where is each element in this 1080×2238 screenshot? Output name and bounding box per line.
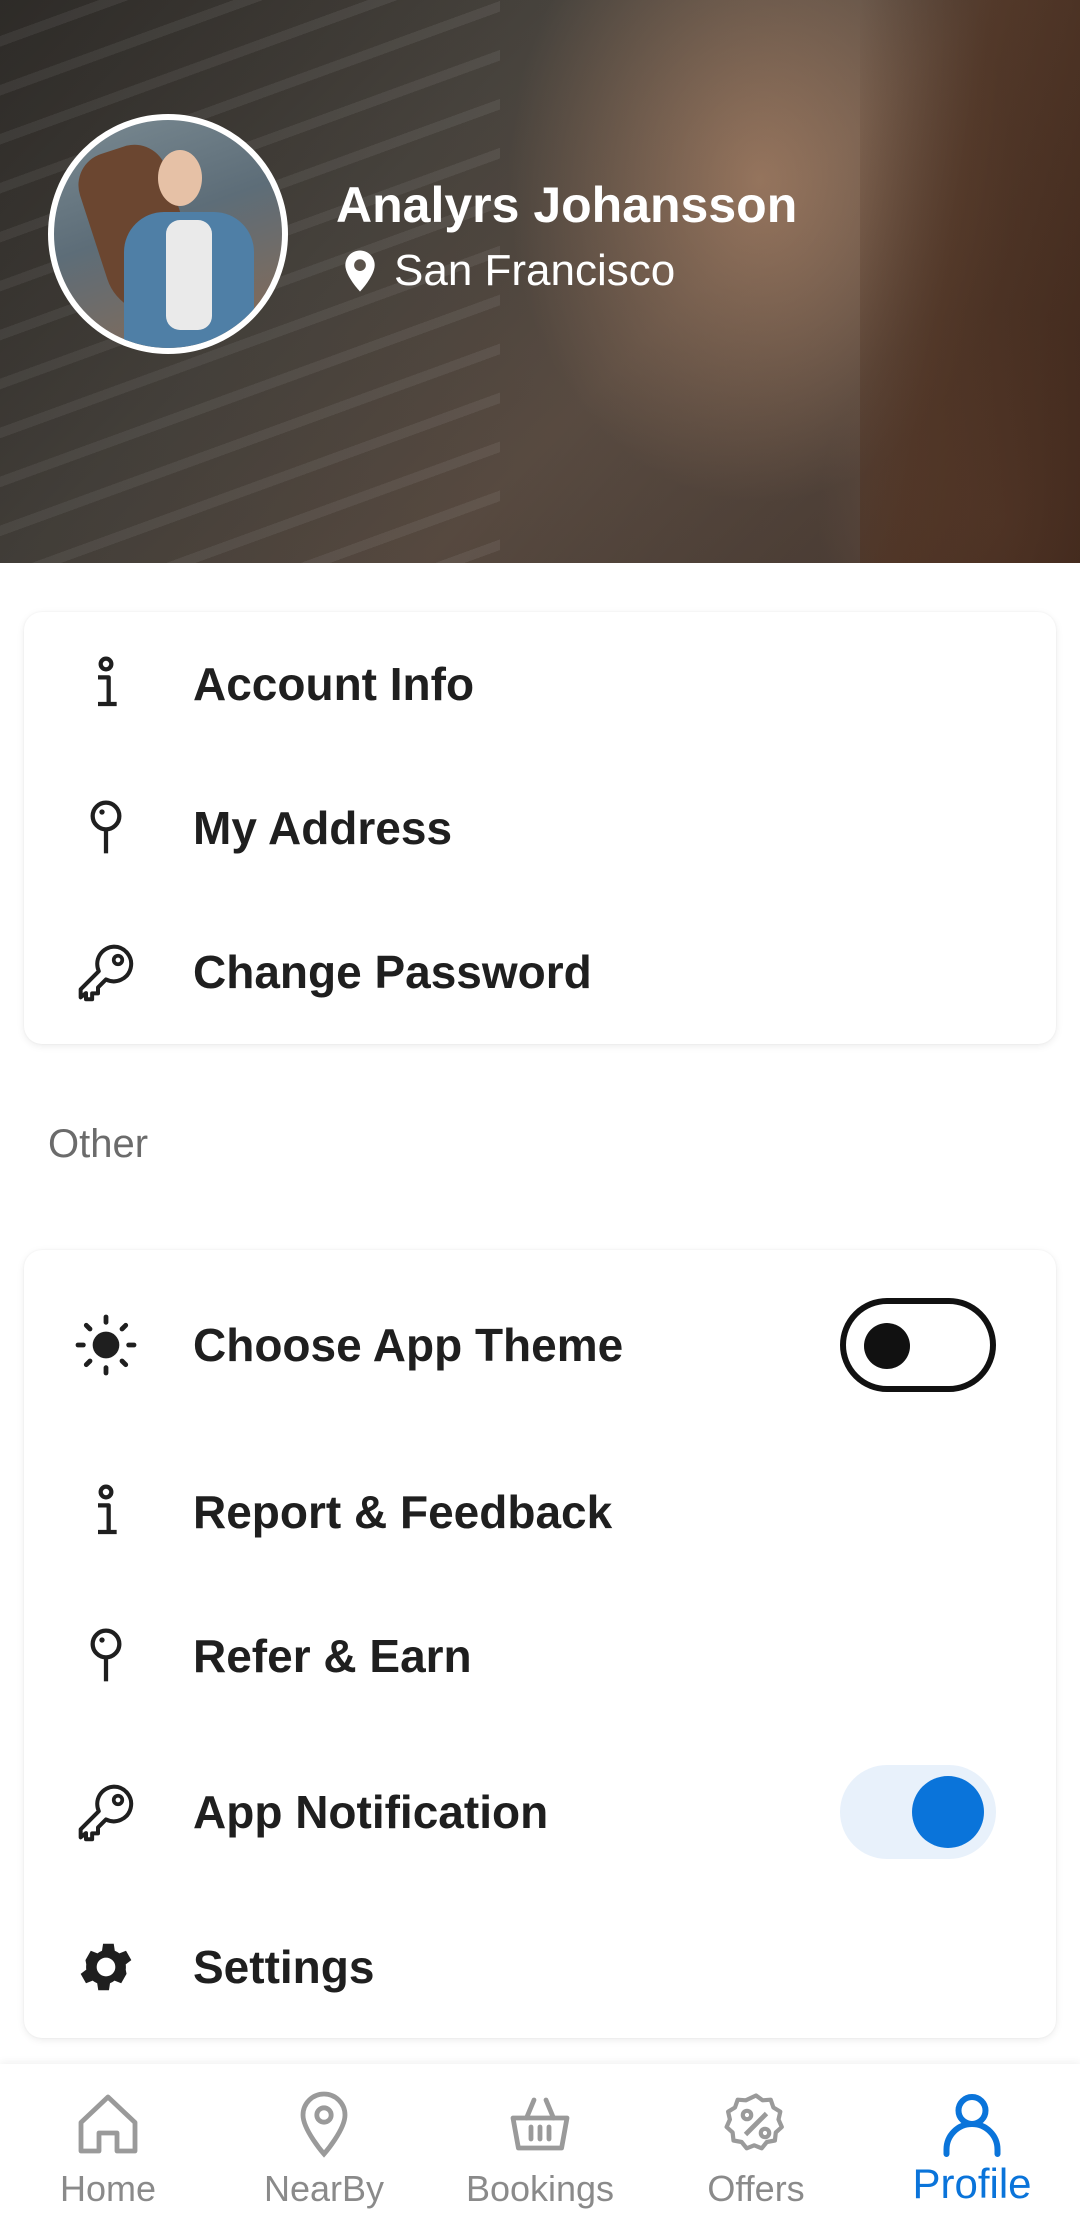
- menu-item-label: Account Info: [193, 658, 475, 710]
- nav-label: Home: [59, 2168, 157, 2209]
- profile-header: Analyrs Johansson San Francisco: [0, 0, 1080, 563]
- toggle-knob: [912, 1776, 984, 1848]
- menu-item-label: App Notification: [193, 1786, 549, 1838]
- home-icon: [72, 2088, 144, 2160]
- nav-label: Offers: [707, 2168, 805, 2209]
- avatar[interactable]: [48, 114, 288, 354]
- profile-name: Analyrs Johansson: [336, 177, 798, 233]
- menu-item-change-password[interactable]: Change Password: [24, 900, 1056, 1044]
- other-menu-card: Choose App Theme Report & Feedback Refer…: [24, 1250, 1056, 2038]
- menu-item-label: Refer & Earn: [193, 1630, 472, 1682]
- notification-toggle[interactable]: [840, 1765, 996, 1859]
- menu-item-app-notification[interactable]: App Notification: [24, 1728, 1056, 1896]
- key-icon: [74, 940, 138, 1004]
- menu-item-choose-app-theme[interactable]: Choose App Theme: [24, 1250, 1056, 1440]
- menu-item-label: My Address: [193, 802, 453, 854]
- nav-home[interactable]: Home: [0, 2064, 216, 2238]
- nav-offers[interactable]: Offers: [648, 2064, 864, 2238]
- key-icon: [74, 1780, 138, 1844]
- menu-item-label: Settings: [193, 1941, 375, 1993]
- menu-item-my-address[interactable]: My Address: [24, 756, 1056, 900]
- pin-icon: [74, 1624, 138, 1688]
- gear-icon: [74, 1935, 138, 1999]
- theme-toggle[interactable]: [840, 1298, 996, 1392]
- account-menu-card: Account Info My Address Change Password: [24, 612, 1056, 1044]
- info-icon: [74, 652, 138, 716]
- nav-label: NearBy: [263, 2168, 385, 2209]
- basket-icon: [504, 2088, 576, 2160]
- menu-item-refer-earn[interactable]: Refer & Earn: [24, 1584, 1056, 1728]
- info-icon: [74, 1480, 138, 1544]
- menu-item-label: Choose App Theme: [193, 1319, 624, 1371]
- nav-profile[interactable]: Profile: [864, 2064, 1080, 2238]
- menu-item-settings[interactable]: Settings: [24, 1896, 1056, 2038]
- menu-item-report-feedback[interactable]: Report & Feedback: [24, 1440, 1056, 1584]
- profile-location: San Francisco: [342, 246, 675, 296]
- bottom-navigation: Home NearBy Bookings Offers Profile: [0, 2064, 1080, 2238]
- user-icon: [936, 2088, 1008, 2160]
- menu-item-label: Change Password: [193, 946, 592, 998]
- profile-location-text: San Francisco: [394, 246, 676, 295]
- pin-icon: [74, 796, 138, 860]
- nav-nearby[interactable]: NearBy: [216, 2064, 432, 2238]
- location-pin-icon: [345, 250, 375, 292]
- menu-item-account-info[interactable]: Account Info: [24, 612, 1056, 756]
- nav-label: Profile: [912, 2160, 1032, 2207]
- toggle-knob: [864, 1323, 910, 1369]
- location-icon: [288, 2088, 360, 2160]
- menu-item-label: Report & Feedback: [193, 1486, 613, 1538]
- nav-label: Bookings: [465, 2168, 615, 2209]
- nav-bookings[interactable]: Bookings: [432, 2064, 648, 2238]
- section-label-other: Other: [48, 1122, 149, 1166]
- discount-icon: [720, 2088, 792, 2160]
- sun-icon: [74, 1313, 138, 1377]
